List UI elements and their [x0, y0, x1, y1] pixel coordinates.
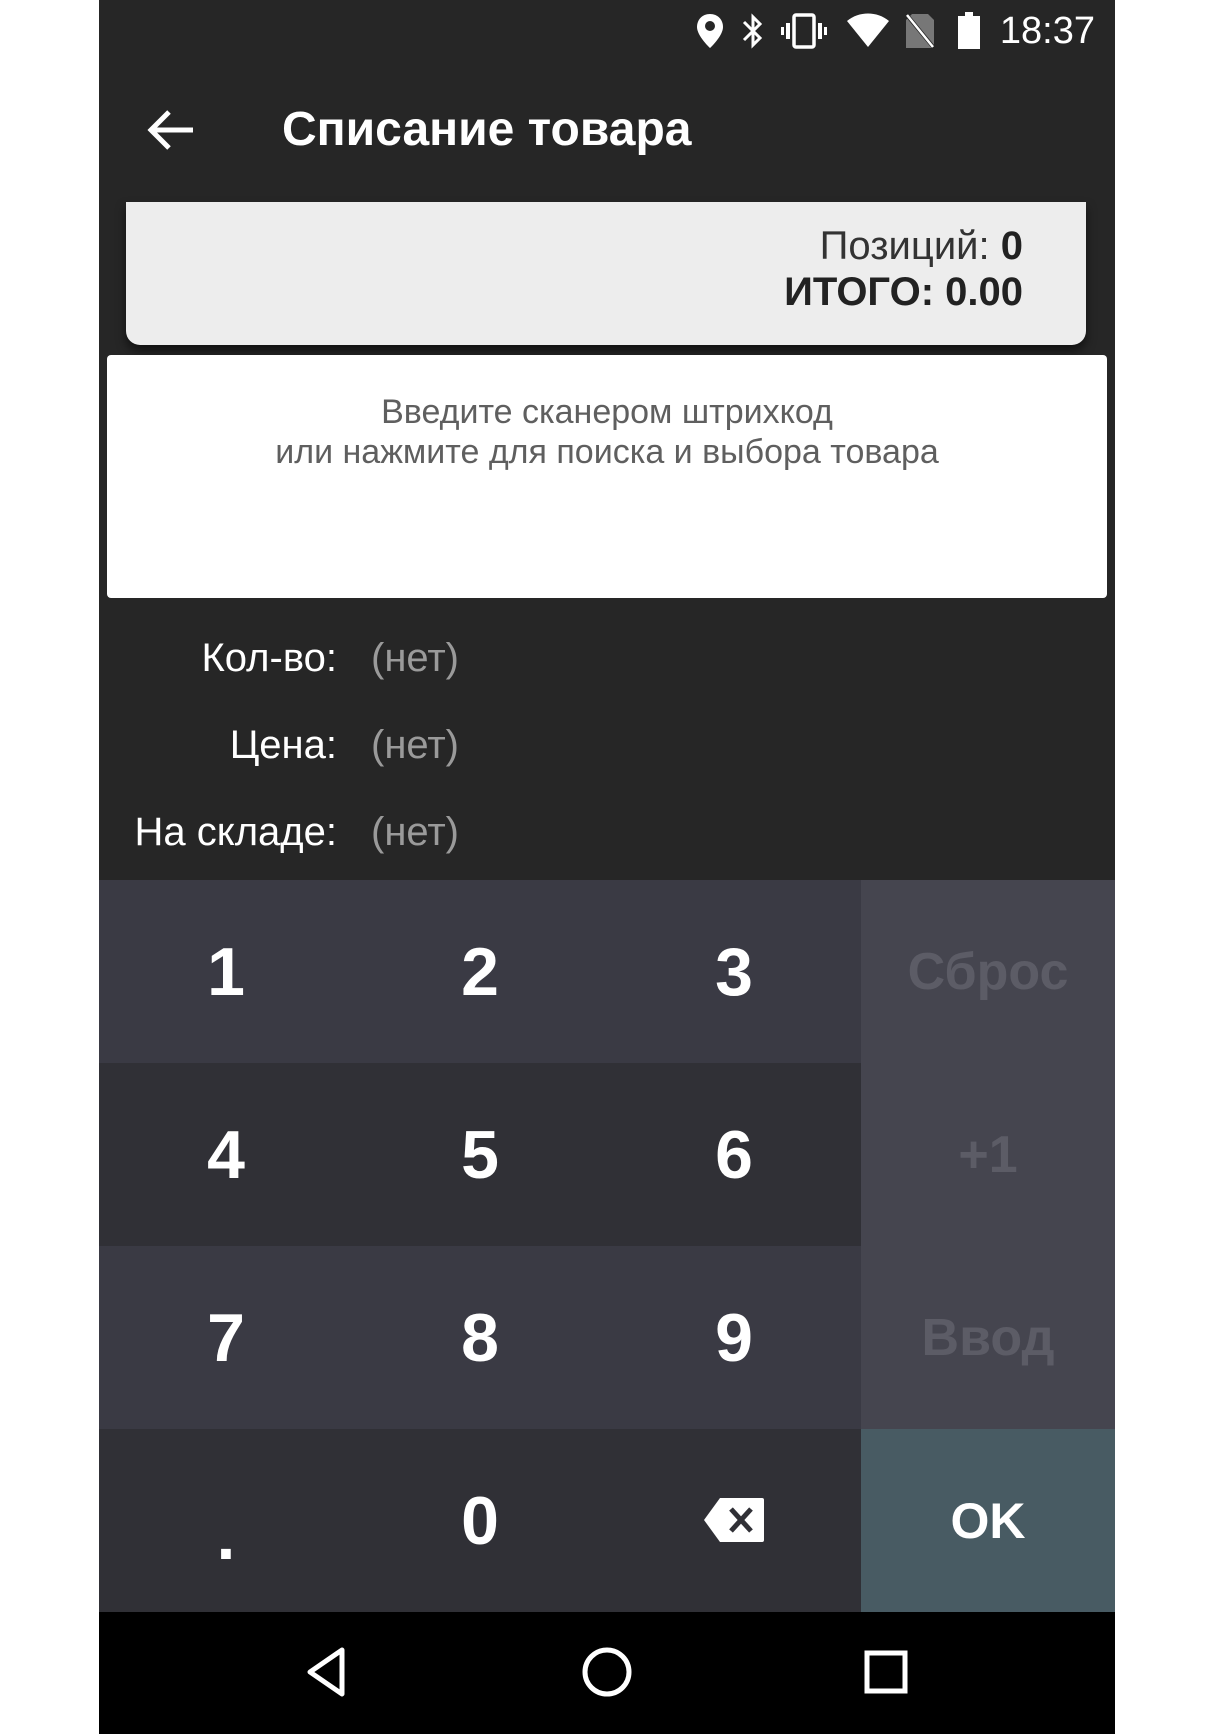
app-bar: Списание товара [99, 62, 1115, 202]
positions-value: 0 [1000, 224, 1023, 268]
plus-one-button[interactable]: +1 [861, 1063, 1115, 1246]
stock-label: На складе: [134, 810, 337, 854]
key-0[interactable]: 0 [353, 1429, 607, 1612]
key-3[interactable]: 3 [607, 880, 861, 1063]
key-decimal[interactable]: . [99, 1429, 353, 1612]
bluetooth-icon [739, 12, 767, 55]
price-label: Цена: [229, 723, 337, 767]
key-6[interactable]: 6 [607, 1063, 861, 1246]
qty-value: (нет) [371, 636, 459, 680]
battery-icon [957, 12, 981, 55]
key-2[interactable]: 2 [353, 880, 607, 1063]
search-hint-line1: Введите сканером штрихкод [381, 393, 833, 431]
key-4[interactable]: 4 [99, 1063, 353, 1246]
search-hint-line2: или нажмите для поиска и выбора товара [275, 433, 939, 471]
positions-count: Позиций: 0 [820, 224, 1023, 269]
page-title: Списание товара [282, 103, 692, 156]
status-bar: 18:37 [99, 0, 1115, 62]
enter-button[interactable]: Ввод [861, 1246, 1115, 1429]
total-sum: ИТОГО: 0.00 [784, 270, 1023, 315]
nav-home-icon[interactable] [577, 1642, 637, 1702]
key-1[interactable]: 1 [99, 880, 353, 1063]
totals-card: Позиций: 0 ИТОГО: 0.00 [126, 202, 1086, 345]
ok-button[interactable]: OK [861, 1429, 1115, 1612]
key-5[interactable]: 5 [353, 1063, 607, 1246]
vibrate-icon [781, 12, 827, 55]
key-9[interactable]: 9 [607, 1246, 861, 1429]
price-value: (нет) [371, 723, 459, 767]
nav-recents-icon[interactable] [856, 1642, 916, 1702]
phone-screen: 18:37 Списание товара Позиций: 0 ИТОГО: … [99, 0, 1115, 1734]
numeric-keypad: 1 2 3 4 5 6 7 8 9 . 0 Сброс +1 Ввод OK [99, 880, 1115, 1612]
total-label: ИТОГО: [784, 270, 935, 314]
total-value: 0.00 [945, 270, 1023, 314]
product-search-field[interactable]: Введите сканером штрихкод или нажмите дл… [107, 355, 1107, 598]
system-nav-bar [99, 1612, 1115, 1734]
location-icon [695, 12, 725, 55]
positions-label: Позиций: [819, 224, 990, 268]
stock-value: (нет) [371, 810, 459, 854]
no-sim-icon [904, 12, 936, 55]
qty-label: Кол-во: [201, 636, 338, 680]
key-7[interactable]: 7 [99, 1246, 353, 1429]
key-8[interactable]: 8 [353, 1246, 607, 1429]
nav-back-icon[interactable] [298, 1642, 358, 1702]
status-time: 18:37 [999, 10, 1095, 52]
wifi-icon [845, 12, 891, 55]
reset-button[interactable]: Сброс [861, 880, 1115, 1063]
arrow-back-icon[interactable] [141, 100, 201, 160]
backspace-key[interactable] [607, 1429, 861, 1612]
backspace-icon [702, 1482, 766, 1560]
